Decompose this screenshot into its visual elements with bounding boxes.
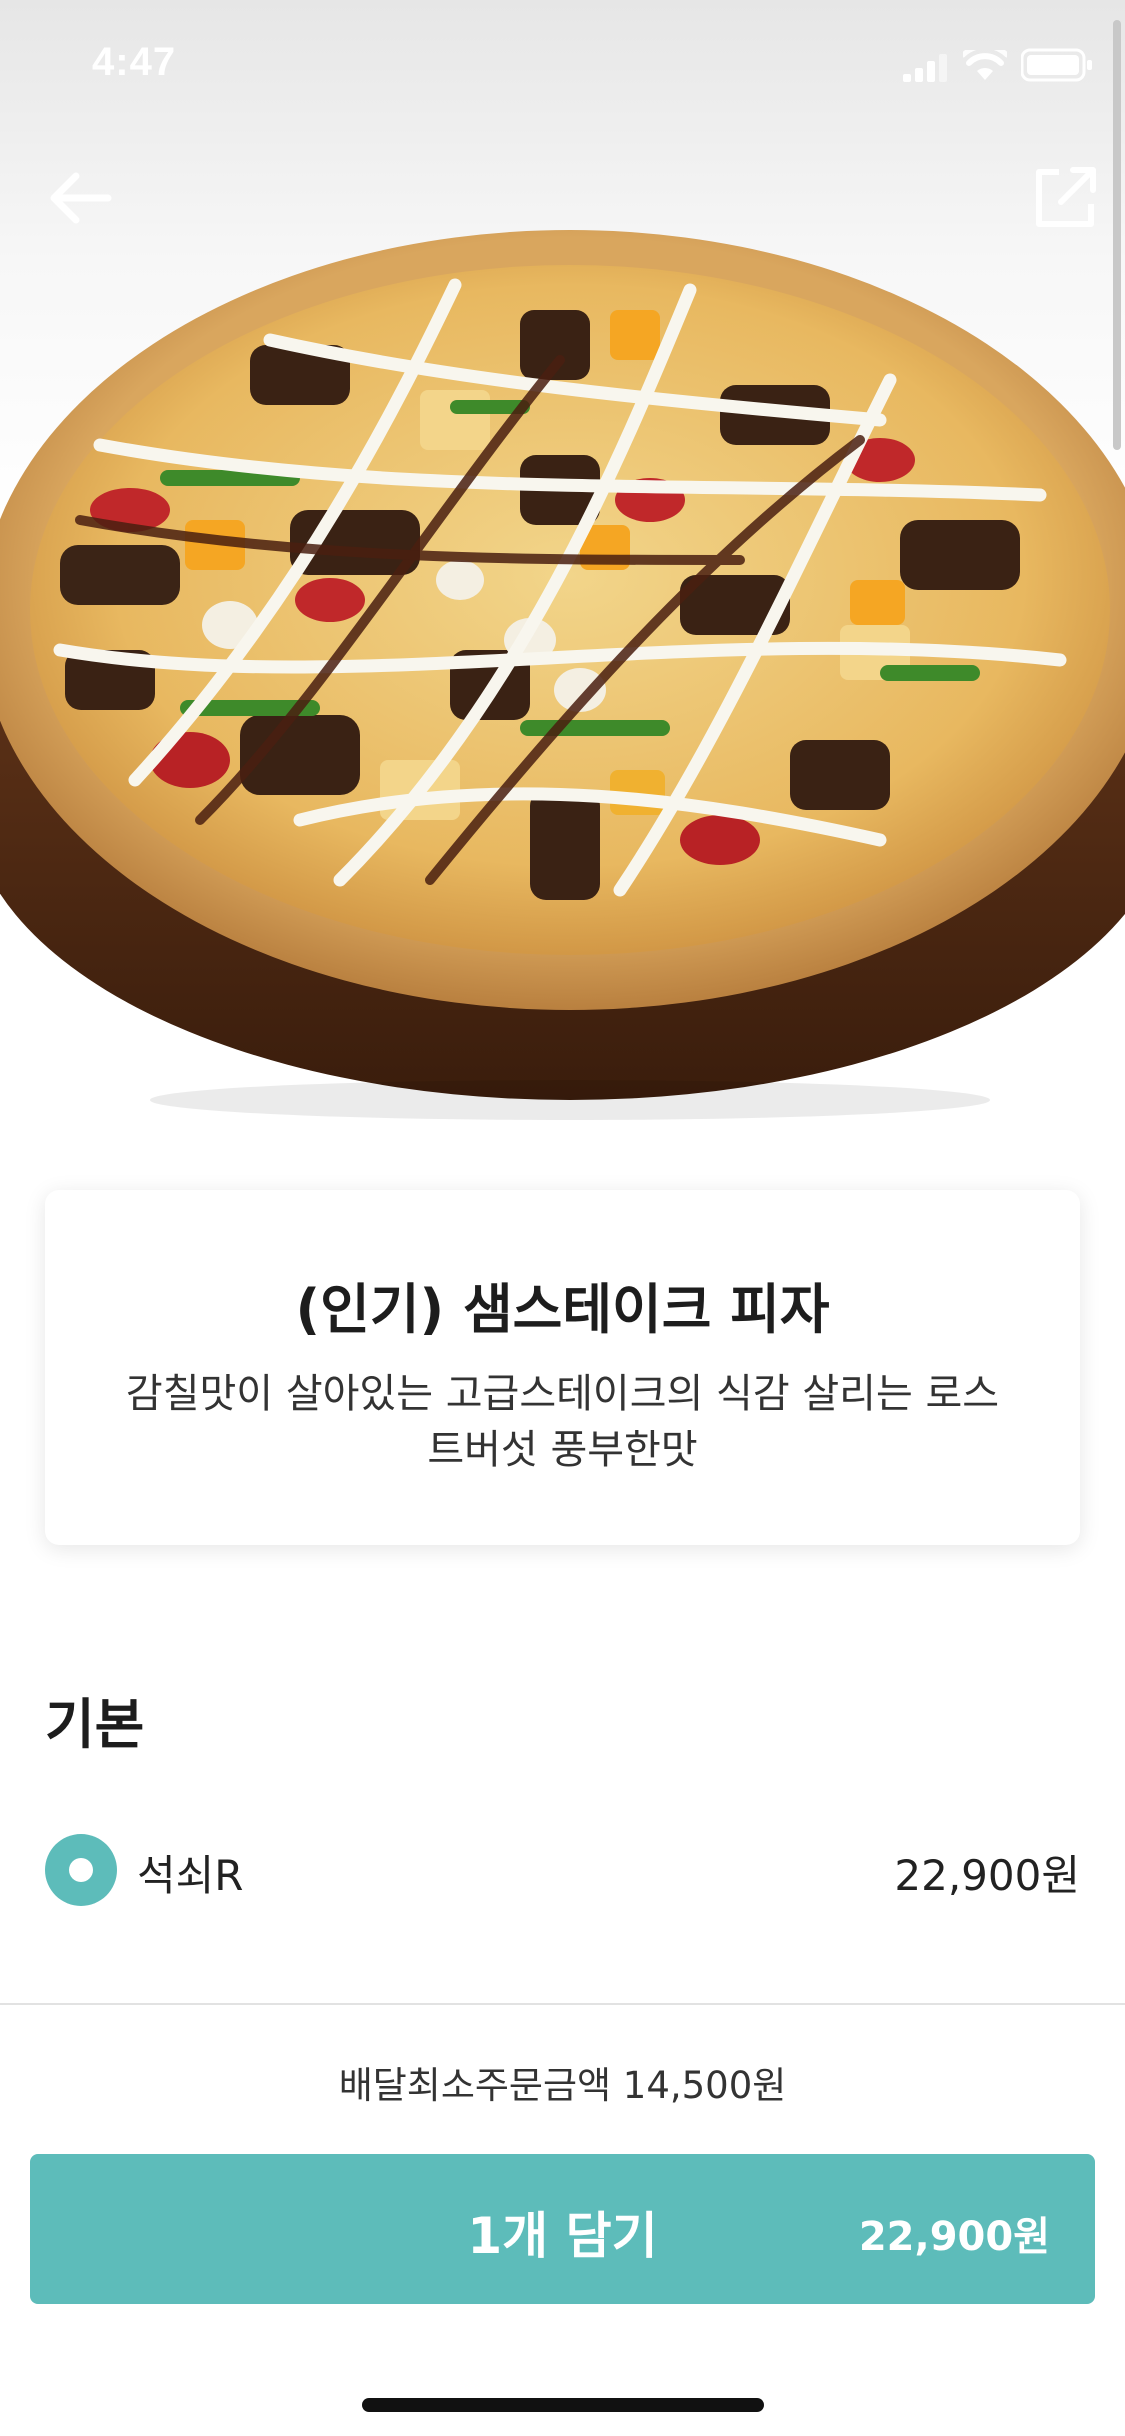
option-row[interactable]: 석쇠R 22,900원 bbox=[45, 1830, 1080, 1910]
back-button[interactable] bbox=[30, 148, 130, 248]
share-button[interactable] bbox=[1015, 148, 1115, 248]
pizza-image bbox=[0, 230, 1125, 1120]
scrollbar[interactable] bbox=[1113, 20, 1121, 450]
product-description: 감칠맛이 살아있는 고급스테이크의 식감 살리는 로스트버섯 풍부한맛 bbox=[125, 1371, 1000, 1473]
wifi-icon bbox=[963, 50, 1007, 80]
status-time: 4:47 bbox=[92, 40, 177, 84]
home-indicator[interactable] bbox=[362, 2398, 764, 2412]
product-hero: 4:47 bbox=[0, 0, 1125, 1190]
add-button-price: 22,900원 bbox=[858, 2214, 1050, 2260]
share-icon bbox=[1036, 167, 1096, 227]
status-bar: 4:47 bbox=[0, 0, 1125, 140]
min-order-text: 배달최소주문금액 14,500원 bbox=[338, 2064, 787, 2107]
footer-divider bbox=[0, 2003, 1125, 2005]
arrow-left-icon bbox=[50, 172, 112, 224]
status-icons bbox=[855, 48, 1095, 88]
add-to-cart-button[interactable]: 1개 담기 22,900원 bbox=[30, 2154, 1095, 2304]
radio-selected-icon[interactable] bbox=[45, 1834, 117, 1906]
radio-dot bbox=[69, 1858, 93, 1882]
option-price: 22,900원 bbox=[894, 1851, 1080, 1900]
product-info-card: (인기) 샘스테이크 피자 감칠맛이 살아있는 고급스테이크의 식감 살리는 로… bbox=[45, 1190, 1080, 1545]
option-section-title: 기본 bbox=[45, 1693, 145, 1756]
product-name: (인기) 샘스테이크 피자 bbox=[295, 1278, 830, 1341]
option-label: 석쇠R bbox=[137, 1851, 244, 1900]
battery-icon bbox=[1021, 48, 1092, 82]
signal-icon bbox=[903, 54, 947, 82]
